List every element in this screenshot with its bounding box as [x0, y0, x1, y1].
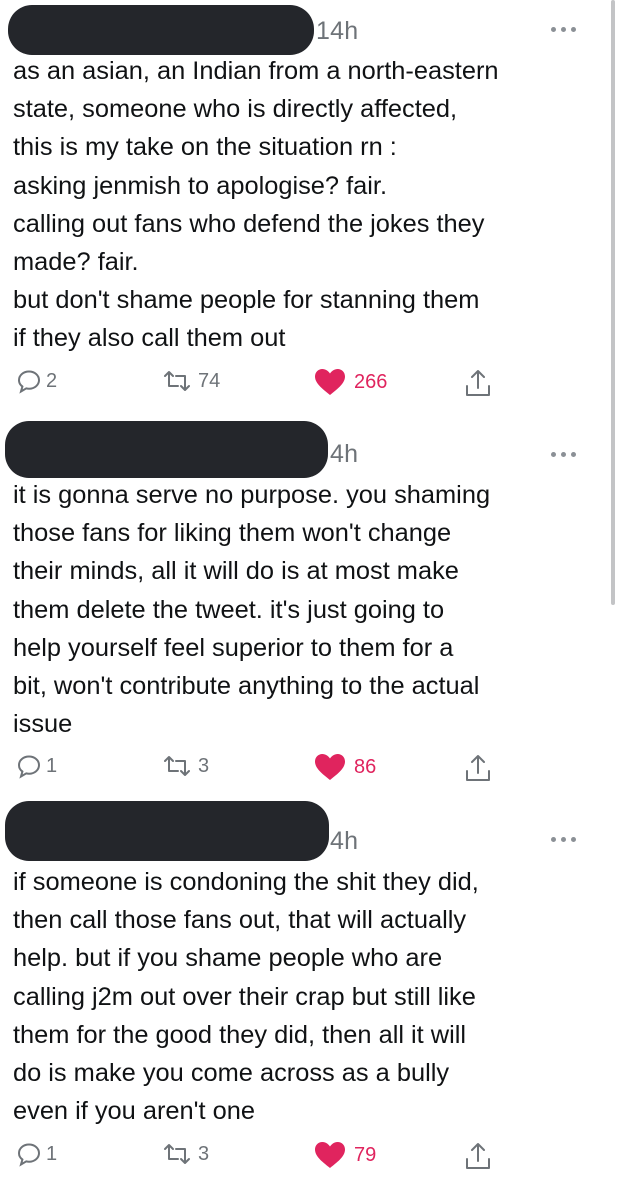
reply-icon [17, 370, 41, 394]
tweet-actions: 1 3 86 [0, 753, 617, 787]
tweet-actions: 2 74 266 [0, 368, 617, 402]
share-button[interactable] [465, 368, 491, 398]
heart-icon [315, 754, 345, 780]
redacted-username [8, 5, 314, 55]
redacted-username [5, 421, 328, 478]
retweet-count: 3 [198, 754, 210, 777]
heart-icon [315, 1142, 345, 1168]
retweet-button[interactable]: 74 [160, 368, 220, 394]
tweet: 4h if someone is condoning the shit they… [0, 797, 617, 1197]
retweet-icon [164, 1144, 190, 1164]
retweet-icon [164, 371, 190, 391]
like-button[interactable]: 86 [314, 753, 376, 781]
like-button[interactable]: 79 [314, 1141, 376, 1169]
like-button[interactable]: 266 [314, 368, 387, 396]
reply-icon [17, 755, 41, 779]
reply-button[interactable]: 2 [16, 368, 57, 394]
more-options-icon[interactable] [551, 837, 577, 845]
share-icon [466, 1143, 490, 1169]
like-count: 79 [354, 1143, 377, 1166]
retweet-button[interactable]: 3 [160, 1141, 209, 1167]
share-button[interactable] [465, 753, 491, 783]
tweet: 4h it is gonna serve no purpose. you sha… [0, 415, 617, 795]
tweet-text: as an asian, an Indian from a north-east… [13, 57, 499, 353]
heart-icon [315, 369, 345, 395]
more-options-icon[interactable] [551, 452, 577, 460]
tweet-timestamp: 14h [316, 17, 359, 45]
retweet-count: 3 [198, 1142, 210, 1165]
tweet-text: it is gonna serve no purpose. you shamin… [13, 481, 491, 739]
reply-count: 1 [46, 754, 58, 777]
share-button[interactable] [465, 1141, 491, 1171]
tweet: 14h as an asian, an Indian from a north-… [0, 0, 617, 410]
reply-count: 2 [46, 369, 58, 392]
reply-icon [17, 1143, 41, 1167]
tweet-timestamp: 4h [330, 827, 359, 855]
like-count: 86 [354, 755, 377, 778]
tweet-text: if someone is condoning the shit they di… [13, 868, 479, 1126]
tweet-timestamp: 4h [330, 440, 359, 468]
redacted-username [5, 801, 329, 861]
share-icon [466, 370, 490, 396]
more-options-icon[interactable] [551, 27, 577, 35]
reply-button[interactable]: 1 [16, 753, 57, 779]
tweet-actions: 1 3 79 [0, 1141, 617, 1175]
retweet-button[interactable]: 3 [160, 753, 209, 779]
like-count: 266 [354, 370, 388, 393]
reply-count: 1 [46, 1142, 58, 1165]
share-icon [466, 755, 490, 781]
reply-button[interactable]: 1 [16, 1141, 57, 1167]
retweet-count: 74 [198, 369, 221, 392]
retweet-icon [164, 756, 190, 776]
